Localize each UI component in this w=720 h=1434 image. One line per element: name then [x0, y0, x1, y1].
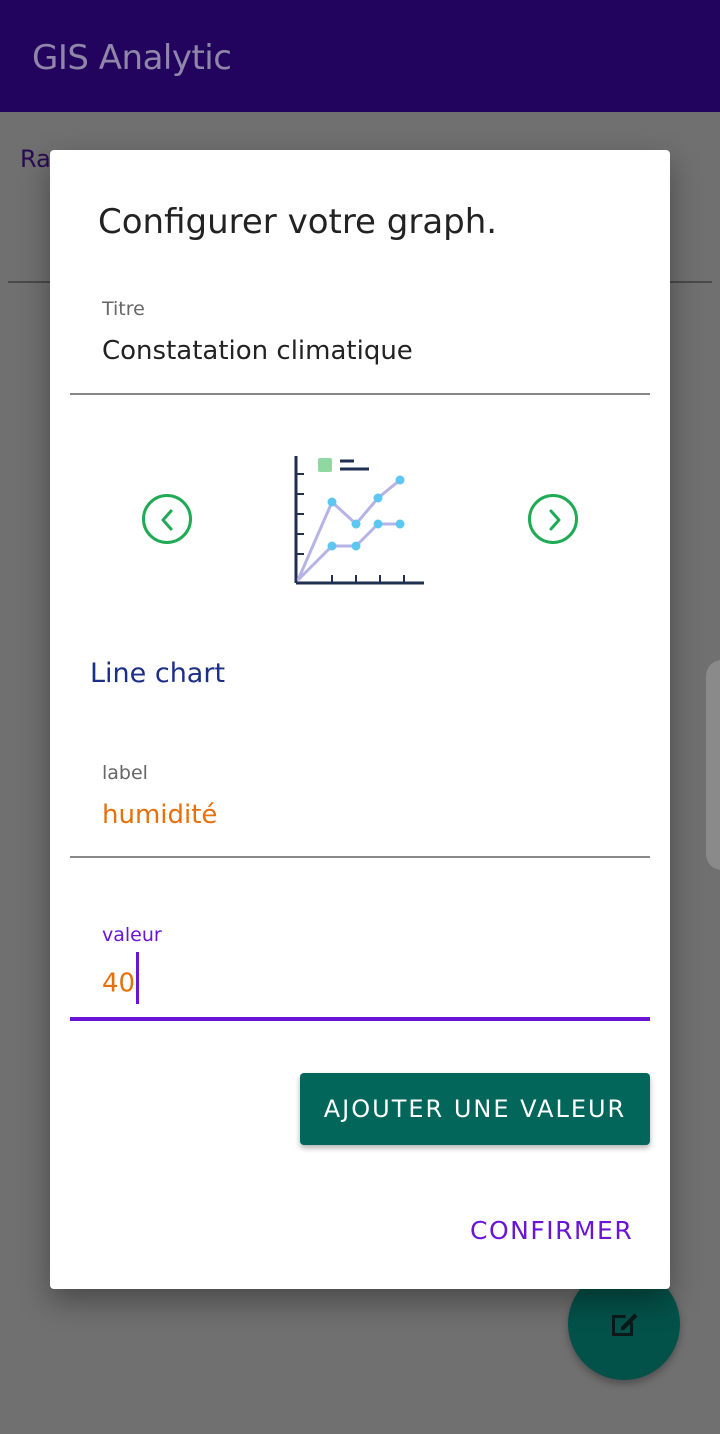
value-field-input[interactable]: 40	[102, 952, 140, 1010]
chevron-left-icon	[161, 509, 173, 531]
confirm-button[interactable]: CONFIRMER	[470, 1216, 633, 1245]
chart-type-label: Line chart	[90, 658, 226, 689]
app-bar: GIS Analytic	[0, 0, 720, 112]
background-side-card	[706, 660, 720, 870]
line-chart-icon	[294, 454, 426, 590]
edit-icon	[612, 1313, 638, 1336]
label-field-label: label	[102, 762, 148, 784]
dialog-title: Configurer votre graph.	[98, 202, 498, 242]
value-field-label: valeur	[102, 924, 162, 946]
add-value-button[interactable]: AJOUTER UNE VALEUR	[300, 1073, 650, 1145]
value-field-underline-focused	[70, 1017, 650, 1021]
app-title: GIS Analytic	[32, 38, 232, 78]
title-field-underline	[70, 393, 650, 395]
title-field-input[interactable]: Constatation climatique	[102, 336, 413, 366]
next-chart-button[interactable]	[528, 494, 578, 544]
title-field-label: Titre	[102, 298, 145, 320]
previous-chart-button[interactable]	[142, 494, 192, 544]
configure-graph-dialog: Configurer votre graph. Titre Constatati…	[50, 150, 670, 1289]
value-field-text: 40	[102, 968, 136, 999]
label-field-underline	[70, 856, 650, 858]
background-tab-label: Ra	[20, 145, 51, 173]
chevron-right-icon	[549, 509, 561, 531]
label-field-input[interactable]: humidité	[102, 800, 217, 830]
text-cursor	[136, 952, 140, 1004]
